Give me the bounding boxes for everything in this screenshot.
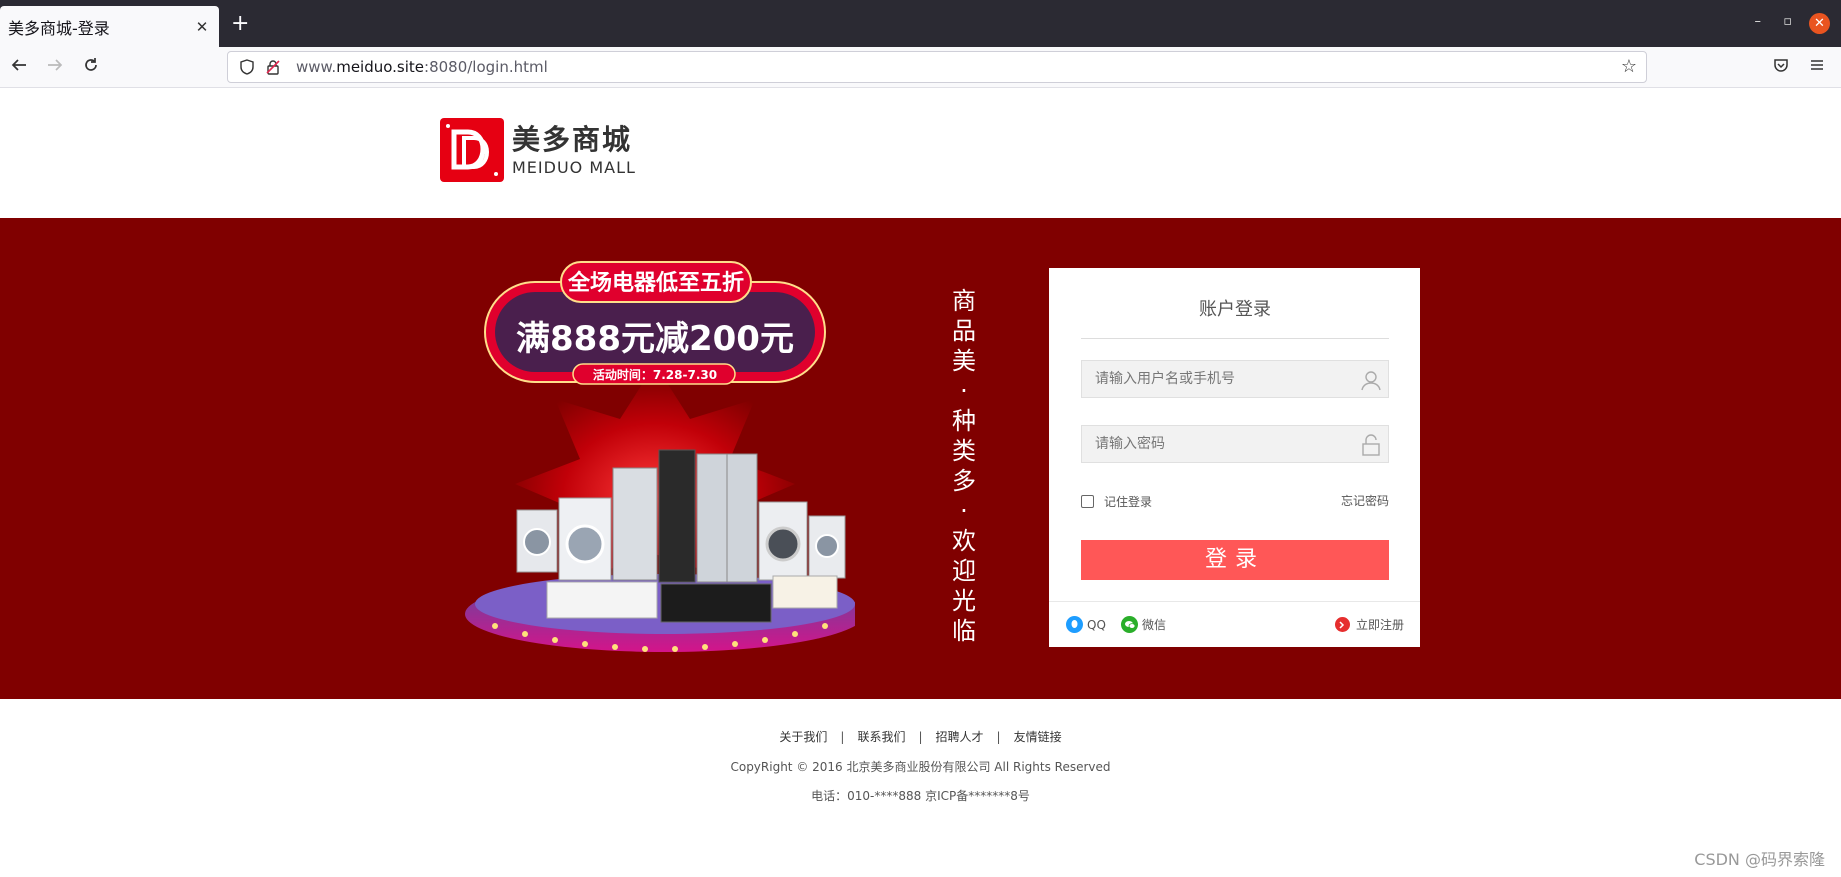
username-input[interactable] [1093,370,1353,388]
logo-english-name: MEIDUO MALL [512,157,636,177]
tab-close-icon[interactable]: ✕ [193,18,211,36]
password-field[interactable] [1081,425,1389,463]
watermark-text: CSDN @码界索隆 [1694,850,1825,869]
footer-separator: | [918,729,923,744]
footer-link-friends[interactable]: 友情链接 [1014,728,1062,745]
pocket-icon[interactable] [1770,56,1792,78]
forgot-password-link[interactable]: 忘记密码 [1341,492,1389,509]
remember-checkbox[interactable] [1081,495,1094,508]
wechat-login-link[interactable]: 微信 [1121,616,1166,633]
qq-icon [1066,616,1083,633]
logo-mark-icon [440,118,504,182]
maximize-window-button[interactable]: ▫ [1783,14,1792,29]
register-link[interactable]: 立即注册 [1334,616,1404,633]
footer-link-jobs[interactable]: 招聘人才 [936,728,984,745]
minimize-window-button[interactable]: – [1755,14,1762,29]
remember-label: 记住登录 [1104,495,1153,509]
qq-login-link[interactable]: QQ [1066,616,1106,633]
login-banner: 全场电器低至五折 满888元减200元 活动时间：7.28-7.30 商品美·种… [0,218,1841,699]
username-field[interactable] [1081,360,1389,398]
promo-top-text: 全场电器低至五折 [567,270,744,296]
browser-tab[interactable]: 美多商城-登录 ✕ [0,6,219,47]
lock-icon [1360,434,1382,456]
promo-main-text: 满888元减200元 [516,319,794,359]
reload-icon[interactable] [80,56,102,78]
arrow-right-icon [1334,617,1350,632]
site-logo[interactable]: 美多商城 MEIDUO MALL [440,118,636,182]
footer-separator: | [840,729,845,744]
tab-title: 美多商城-登录 [8,18,110,38]
login-panel: 账户登录 记住登录 忘记密码 登录 [1049,268,1420,647]
url-bar[interactable]: www.meiduo.site:8080/login.html ☆ [227,51,1647,83]
footer-separator: | [996,729,1001,744]
insecure-lock-icon[interactable] [262,56,284,78]
page-content: 美多商城 MEIDUO MALL 全场电器低至五折 满888元减200元 活动时… [0,88,1841,877]
url-text: www.meiduo.site:8080/login.html [296,58,548,76]
footer-link-contact[interactable]: 联系我们 [857,728,905,745]
footer-links: 关于我们 | 联系我们 | 招聘人才 | 友情链接 [0,728,1841,745]
login-button[interactable]: 登录 [1081,540,1389,580]
browser-navbar: www.meiduo.site:8080/login.html ☆ [0,47,1841,88]
login-panel-footer: QQ 微信 立即注册 [1049,601,1420,647]
footer-copyright: CopyRight © 2016 北京美多商业股份有限公司 All Rights… [730,760,1111,774]
password-input[interactable] [1093,435,1353,453]
remember-login[interactable]: 记住登录 [1081,493,1152,510]
qq-label: QQ [1087,617,1106,632]
forward-icon[interactable] [44,56,66,78]
wechat-icon [1121,616,1138,633]
login-title: 账户登录 [1081,268,1389,339]
register-label: 立即注册 [1355,618,1404,632]
back-icon[interactable] [8,56,30,78]
footer-phone: 电话：010-****888 京ICP备*******8号 [811,789,1030,803]
wechat-label: 微信 [1142,618,1167,632]
bookmark-star-icon[interactable]: ☆ [1618,56,1640,78]
promo-time-text: 活动时间：7.28-7.30 [593,367,717,382]
browser-tab-strip: 美多商城-登录 ✕ + – ▫ ✕ [0,0,1841,47]
logo-chinese-name: 美多商城 [512,122,633,156]
footer-link-about[interactable]: 关于我们 [779,728,827,745]
shield-icon[interactable] [236,56,258,78]
new-tab-button[interactable]: + [231,12,249,36]
menu-icon[interactable] [1806,56,1828,78]
banner-slogan: 商品美·种类多·欢迎光临 [952,287,976,645]
user-icon [1360,369,1382,391]
promo-appliances-image: 全场电器低至五折 满888元减200元 活动时间：7.28-7.30 [465,261,855,652]
close-window-button[interactable]: ✕ [1809,13,1830,34]
site-footer: 关于我们 | 联系我们 | 招聘人才 | 友情链接 CopyRight © 20… [0,728,1841,804]
